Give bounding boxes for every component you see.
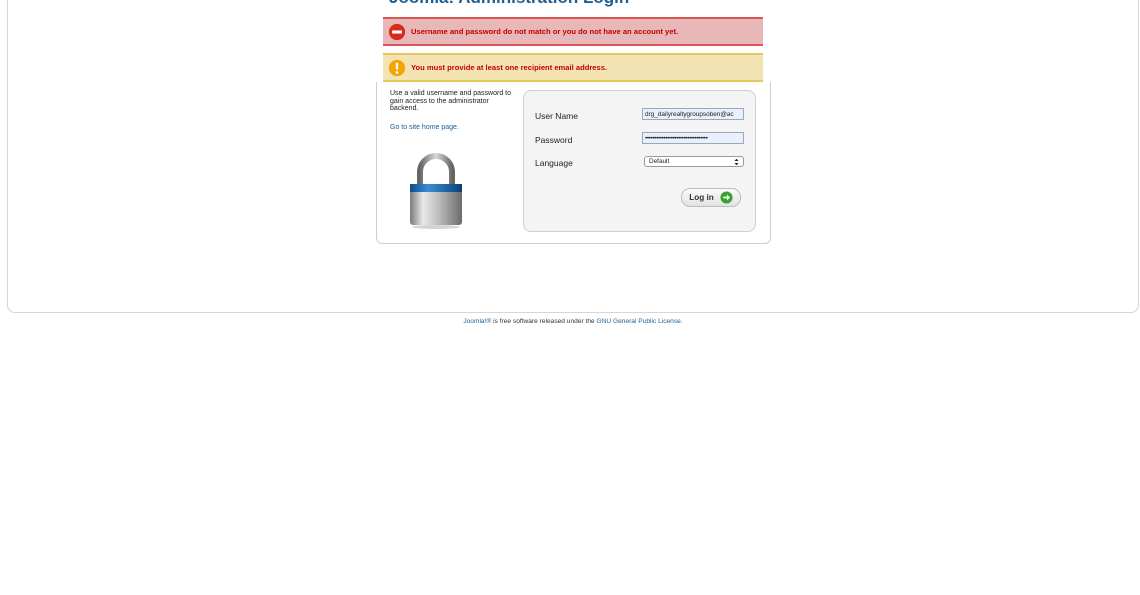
username-input[interactable]: drg_dailyrealtygroupsoben@ac bbox=[642, 108, 744, 120]
warning-icon bbox=[388, 59, 406, 76]
footer-text: is free software released under the bbox=[491, 318, 597, 325]
footer: Joomla!® is free software released under… bbox=[0, 318, 1140, 325]
gpl-license-link[interactable]: GNU General Public License bbox=[597, 318, 681, 325]
password-label: Password bbox=[535, 135, 573, 145]
error-message: Username and password do not match or yo… bbox=[383, 17, 763, 46]
username-label: User Name bbox=[535, 111, 578, 121]
error-message-text: Username and password do not match or yo… bbox=[411, 27, 679, 36]
arrow-right-icon bbox=[720, 191, 733, 204]
login-button[interactable]: Log in bbox=[681, 188, 741, 207]
login-help-text: Use a valid username and password to gai… bbox=[390, 90, 512, 113]
language-selected-value: Default bbox=[649, 158, 670, 165]
chevron-updown-icon bbox=[734, 158, 739, 165]
password-input[interactable]: •••••••••••••••••••••••••••••••••• bbox=[642, 132, 744, 144]
page-title: Joomla! Administration Login bbox=[389, 0, 629, 8]
lock-icon bbox=[410, 153, 462, 229]
joomla-link[interactable]: Joomla!® bbox=[463, 318, 491, 325]
login-button-label: Log in bbox=[689, 193, 714, 202]
error-icon bbox=[388, 23, 406, 40]
footer-period: . bbox=[680, 318, 683, 325]
lock-illustration bbox=[404, 148, 468, 230]
language-label: Language bbox=[535, 158, 573, 168]
language-select[interactable]: Default bbox=[644, 156, 744, 167]
notice-message-text: You must provide at least one recipient … bbox=[411, 63, 608, 72]
site-home-link[interactable]: Go to site home page. bbox=[390, 124, 459, 131]
notice-message: You must provide at least one recipient … bbox=[383, 53, 763, 82]
